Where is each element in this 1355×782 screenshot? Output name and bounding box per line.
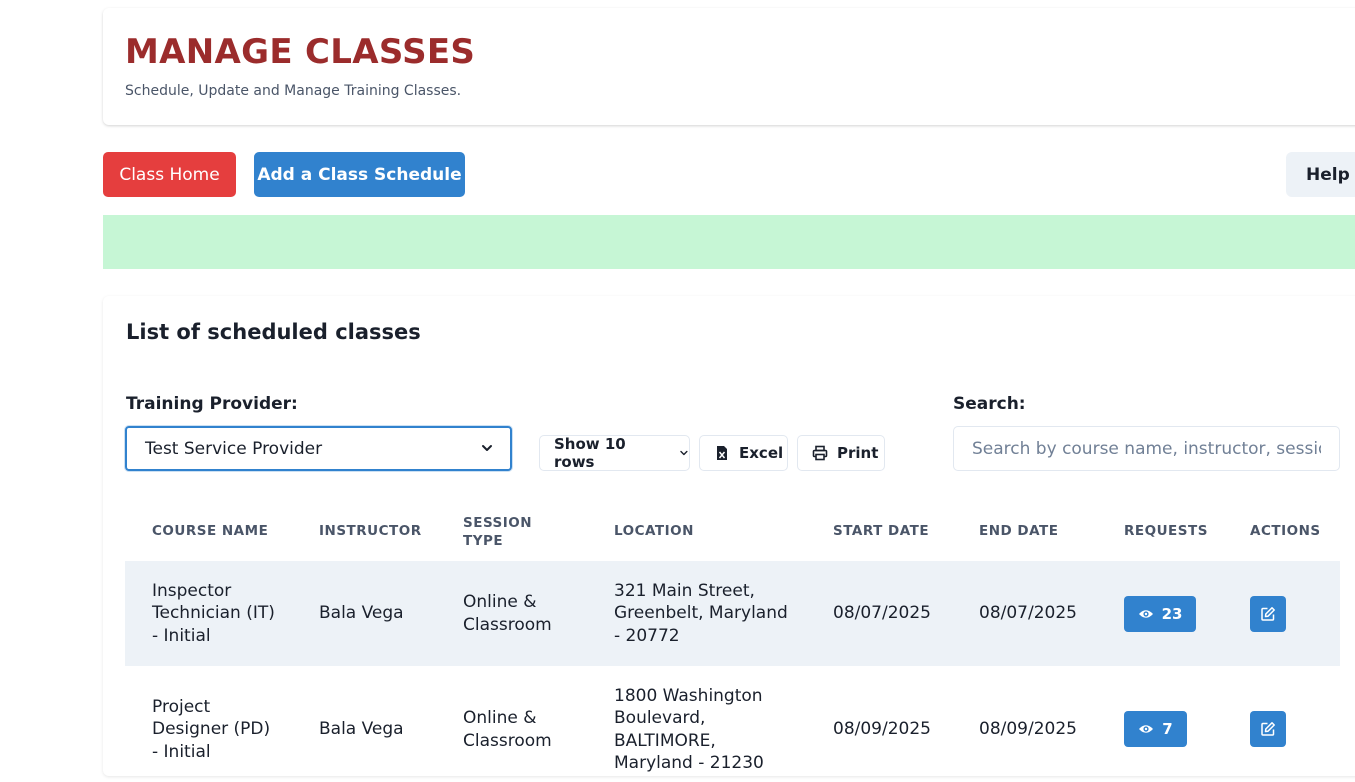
column-header-start-date[interactable]: START DATE bbox=[833, 520, 929, 542]
training-provider-value: Test Service Provider bbox=[145, 438, 323, 459]
chevron-down-icon bbox=[482, 445, 492, 451]
chevron-down-icon bbox=[680, 450, 688, 456]
excel-label: Excel bbox=[739, 444, 784, 462]
column-header-instructor[interactable]: INSTRUCTOR bbox=[319, 520, 422, 542]
scheduled-classes-card: List of scheduled classes Training Provi… bbox=[103, 296, 1355, 776]
requests-count: 23 bbox=[1161, 605, 1183, 623]
training-provider-label: Training Provider: bbox=[126, 394, 298, 414]
page-subtitle: Schedule, Update and Manage Training Cla… bbox=[125, 83, 462, 99]
column-header-requests[interactable]: REQUESTS bbox=[1124, 520, 1208, 542]
eye-icon bbox=[1139, 725, 1154, 733]
edit-class-button[interactable] bbox=[1250, 596, 1286, 632]
end-date-cell: 08/09/2025 bbox=[979, 719, 1077, 740]
view-requests-button[interactable]: 23 bbox=[1124, 596, 1196, 632]
file-excel-icon bbox=[717, 446, 727, 460]
column-header-actions: ACTIONS bbox=[1250, 523, 1321, 539]
eye-icon bbox=[1138, 610, 1153, 618]
show-rows-button[interactable]: Show 10 rows bbox=[539, 435, 690, 471]
column-header-session-type[interactable]: SESSION TYPE bbox=[463, 514, 532, 550]
search-input[interactable] bbox=[953, 426, 1340, 471]
session-type-cell: Online & Classroom bbox=[463, 592, 552, 635]
training-provider-select[interactable]: Test Service Provider bbox=[125, 426, 512, 471]
printer-icon bbox=[812, 445, 828, 461]
column-header-course-name[interactable]: COURSE NAME bbox=[152, 520, 268, 542]
print-label: Print bbox=[837, 444, 879, 462]
table-row: Project Designer (PD) - Initial Bala Veg… bbox=[125, 677, 1340, 782]
excel-export-button[interactable]: Excel bbox=[699, 435, 788, 471]
page-header: MANAGE CLASSES Schedule, Update and Mana… bbox=[103, 8, 1355, 125]
instructor-cell: Bala Vega bbox=[319, 719, 404, 740]
start-date-cell: 08/09/2025 bbox=[833, 719, 931, 740]
course-name-cell: Inspector Technician (IT) - Initial bbox=[152, 580, 275, 646]
start-date-cell: 08/07/2025 bbox=[833, 603, 931, 624]
page-title: MANAGE CLASSES bbox=[125, 32, 476, 72]
course-name-cell: Project Designer (PD) - Initial bbox=[152, 696, 271, 762]
add-class-schedule-button[interactable]: Add a Class Schedule bbox=[254, 152, 465, 197]
session-type-cell: Online & Classroom bbox=[463, 708, 552, 751]
view-requests-button[interactable]: 7 bbox=[1124, 711, 1187, 747]
success-alert bbox=[103, 215, 1355, 269]
help-button[interactable]: Help bbox=[1286, 152, 1355, 197]
print-button[interactable]: Print bbox=[797, 435, 885, 471]
search-label: Search: bbox=[953, 394, 1026, 414]
column-header-location[interactable]: LOCATION bbox=[614, 520, 694, 542]
instructor-cell: Bala Vega bbox=[319, 603, 404, 624]
location-cell: 321 Main Street, Greenbelt, Maryland - 2… bbox=[614, 580, 788, 646]
class-home-button[interactable]: Class Home bbox=[103, 152, 236, 197]
column-header-end-date[interactable]: END DATE bbox=[979, 520, 1058, 542]
requests-count: 7 bbox=[1162, 720, 1173, 738]
end-date-cell: 08/07/2025 bbox=[979, 603, 1077, 624]
table-row: Inspector Technician (IT) - Initial Bala… bbox=[125, 561, 1340, 666]
edit-icon bbox=[1261, 722, 1275, 736]
list-title: List of scheduled classes bbox=[126, 320, 421, 344]
show-rows-label: Show 10 rows bbox=[554, 435, 626, 471]
location-cell: 1800 Washington Boulevard, BALTIMORE, Ma… bbox=[614, 685, 764, 774]
edit-class-button[interactable] bbox=[1250, 711, 1286, 747]
edit-icon bbox=[1261, 607, 1275, 621]
